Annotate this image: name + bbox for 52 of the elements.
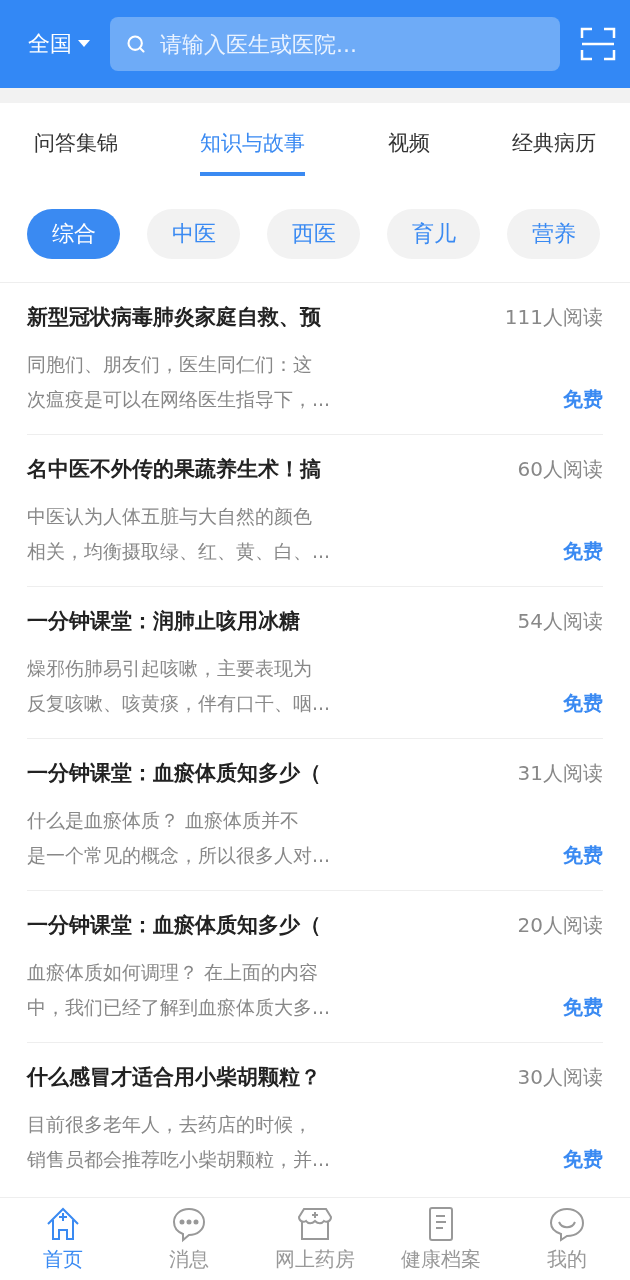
- filter-chip[interactable]: 中医: [147, 208, 240, 259]
- article-summary: 目前很多老年人，去药店的时候，: [27, 1112, 313, 1137]
- article-title[interactable]: 名中医不外传的果蔬养生术！搞: [27, 455, 321, 483]
- article-summary: 血瘀体质如何调理？ 在上面的内容: [27, 960, 320, 985]
- price-label: 免费: [563, 538, 603, 565]
- category-tab[interactable]: 知识与故事: [200, 103, 306, 176]
- filter-chip[interactable]: 育儿: [387, 208, 480, 259]
- read-count: 20人阅读: [517, 911, 603, 939]
- nav-tab[interactable]: 消息: [126, 1198, 252, 1280]
- read-count: 31人阅读: [517, 759, 603, 787]
- price-label: 免费: [563, 994, 603, 1021]
- filter-chip[interactable]: 西医: [267, 208, 360, 259]
- read-count: 54人阅读: [517, 607, 603, 635]
- article-summary: 相关，均衡摄取绿、红、黄、白、...: [27, 539, 331, 564]
- article-summary: 是一个常见的概念，所以很多人对...: [27, 843, 331, 868]
- category-tab[interactable]: 经典病历: [512, 103, 596, 176]
- store-icon: [296, 1205, 334, 1243]
- article-summary: 次瘟疫是可以在网络医生指导下，...: [27, 387, 331, 412]
- price-label: 免费: [563, 1146, 603, 1173]
- scan-icon[interactable]: [580, 27, 616, 61]
- article-summary: 同胞们、朋友们，医生同仁们：这: [27, 352, 313, 377]
- nav-tab[interactable]: 网上药房: [252, 1198, 378, 1280]
- smiley-icon: [548, 1205, 586, 1243]
- article-summary: 燥邪伤肺易引起咳嗽，主要表现为: [27, 656, 313, 681]
- read-count: 111人阅读: [504, 303, 603, 331]
- search-field[interactable]: 请输入医生或医院...: [110, 17, 560, 71]
- category-tab[interactable]: 问答集锦: [34, 103, 118, 176]
- nav-tab[interactable]: 我的: [504, 1198, 630, 1280]
- category-tab[interactable]: 视频: [387, 103, 430, 176]
- filter-chip[interactable]: 营养: [507, 208, 600, 259]
- search-icon: [126, 34, 146, 54]
- article-title[interactable]: 一分钟课堂：血瘀体质知多少（: [27, 911, 321, 939]
- article-summary: 中医认为人体五脏与大自然的颜色: [27, 504, 313, 529]
- price-label: 免费: [563, 842, 603, 869]
- article-summary: 中，我们已经了解到血瘀体质大多...: [27, 995, 331, 1020]
- region-selector[interactable]: 全国: [28, 29, 90, 59]
- read-count: 30人阅读: [517, 1063, 603, 1091]
- article-title[interactable]: 什么感冒才适合用小柴胡颗粒？: [27, 1063, 321, 1091]
- read-count: 60人阅读: [517, 455, 603, 483]
- article-title[interactable]: 一分钟课堂：血瘀体质知多少（: [27, 759, 321, 787]
- filter-chip[interactable]: 综合: [27, 208, 120, 259]
- nav-tab[interactable]: 健康档案: [378, 1198, 504, 1280]
- nav-tab[interactable]: 首页: [0, 1198, 126, 1280]
- chat-bubble-icon: [170, 1205, 208, 1243]
- price-label: 免费: [563, 690, 603, 717]
- article-title[interactable]: 新型冠状病毒肺炎家庭自救、预: [27, 303, 321, 331]
- article-summary: 销售员都会推荐吃小柴胡颗粒，并...: [27, 1147, 331, 1172]
- price-label: 免费: [563, 386, 603, 413]
- article-summary: 反复咳嗽、咳黄痰，伴有口干、咽...: [27, 691, 331, 716]
- article-title[interactable]: 一分钟课堂：润肺止咳用冰糖: [27, 607, 300, 635]
- article-summary: 什么是血瘀体质？ 血瘀体质并不: [27, 808, 301, 833]
- caret-icon: [78, 40, 90, 48]
